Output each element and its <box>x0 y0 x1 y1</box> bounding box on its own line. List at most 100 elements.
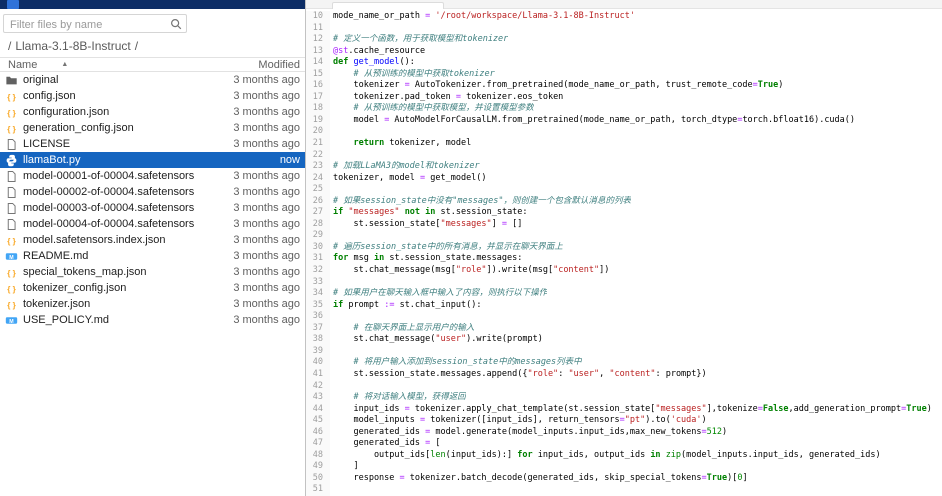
file-row[interactable]: M USE_POLICY.md 3 months ago <box>0 312 305 328</box>
column-header-name[interactable]: Name ▲ <box>8 59 258 71</box>
code-line[interactable]: 49 ] <box>306 461 942 473</box>
file-row[interactable]: model-00001-of-00004.safetensors 3 months… <box>0 168 305 184</box>
code-line[interactable]: 45 model_inputs = tokenizer([input_ids],… <box>306 415 942 427</box>
line-number: 10 <box>306 11 330 23</box>
code-line[interactable]: 33 <box>306 276 942 289</box>
line-number: 18 <box>306 103 330 115</box>
code-line[interactable]: 31 for msg in st.session_state.messages: <box>306 253 942 266</box>
code-line[interactable]: 23 # 加载LLaMA3的model和tokenizer <box>306 161 942 173</box>
code-line[interactable]: 42 <box>306 380 942 393</box>
code-line[interactable]: 15 # 从预训练的模型中获取tokenizer <box>306 68 942 81</box>
code-line[interactable]: 44 input_ids = tokenizer.apply_chat_temp… <box>306 403 942 416</box>
code-line[interactable]: 27 if "messages" not in st.session_state: <box>306 207 942 219</box>
file-row[interactable]: llamaBot.py now <box>0 152 305 168</box>
code-line[interactable]: 21 return tokenizer, model <box>306 138 942 150</box>
code-line[interactable]: 25 <box>306 184 942 196</box>
breadcrumb-folder[interactable]: Llama-3.1-8B-Instruct <box>15 39 130 53</box>
file-row[interactable]: { } model.safetensors.index.json 3 months … <box>0 232 305 248</box>
code-line[interactable]: 35 if prompt := st.chat_input(): <box>306 299 942 312</box>
svg-text:{ }: { } <box>7 236 16 245</box>
code-line[interactable]: 37 # 在聊天界面上显示用户的输入 <box>306 322 942 335</box>
column-header-name-label: Name <box>8 58 38 71</box>
file-icon <box>5 186 18 199</box>
code-line[interactable]: 43 # 将对话输入模型，获得返回 <box>306 392 942 404</box>
code-line[interactable]: 40 # 将用户输入添加到session_state中的messages列表中 <box>306 357 942 369</box>
column-header-modified[interactable]: Modified <box>258 59 300 71</box>
code-line[interactable]: 51 <box>306 484 942 496</box>
json-file-icon: { } <box>5 266 18 279</box>
code-line[interactable]: 20 <box>306 126 942 139</box>
code-line[interactable]: 29 <box>306 230 942 242</box>
code-line[interactable]: 18 # 从预训练的模型中获取模型，并设置模型参数 <box>306 103 942 115</box>
code-line[interactable]: 41 st.session_state.messages.append({"ro… <box>306 368 942 381</box>
file-row[interactable]: original 3 months ago <box>0 72 305 88</box>
code-line-text: tokenizer.pad_token = tokenizer.eos_toke… <box>333 91 564 102</box>
code-line[interactable]: 17 tokenizer.pad_token = tokenizer.eos_t… <box>306 91 942 104</box>
file-name: original <box>23 74 59 86</box>
code-line[interactable]: 12 # 定义一个函数，用于获取模型和tokenizer <box>306 34 942 46</box>
code-line[interactable]: 14 def get_model(): <box>306 57 942 69</box>
file-icon <box>5 202 18 215</box>
code-line[interactable]: 36 <box>306 311 942 323</box>
code-line[interactable]: 32 st.chat_message(msg["role"]).write(ms… <box>306 265 942 277</box>
code-editor[interactable]: 10 mode_name_or_path = '/root/workspace/L… <box>306 9 942 496</box>
file-row[interactable]: model-00004-of-00004.safetensors 3 months… <box>0 216 305 232</box>
code-line-text: # 从预训练的模型中获取tokenizer <box>333 68 495 79</box>
line-number: 33 <box>306 276 330 289</box>
file-row[interactable]: { } generation_config.json 3 months ago <box>0 120 305 136</box>
line-number: 46 <box>306 426 330 439</box>
code-line[interactable]: 34 # 如果用户在聊天输入框中输入了内容，则执行以下操作 <box>306 288 942 300</box>
file-row[interactable]: M README.md 3 months ago <box>0 248 305 264</box>
file-modified: 3 months ago <box>233 282 300 294</box>
file-icon <box>5 170 18 183</box>
search-icon[interactable] <box>169 17 183 31</box>
code-line[interactable]: 46 generated_ids = model.generate(model_… <box>306 426 942 439</box>
code-lines: 10 mode_name_or_path = '/root/workspace/L… <box>306 11 942 496</box>
code-line[interactable]: 38 st.chat_message("user").write(prompt) <box>306 334 942 346</box>
code-line[interactable]: 24 tokenizer, model = get_model() <box>306 172 942 185</box>
toolbar-dropdown-partial[interactable] <box>332 2 444 9</box>
svg-text:{ }: { } <box>7 268 16 277</box>
line-number: 39 <box>306 345 330 358</box>
code-line[interactable]: 26 # 如果session_state中没有"messages"，则创建一个包含… <box>306 195 942 208</box>
file-name: llamaBot.py <box>23 154 81 166</box>
file-row[interactable]: model-00003-of-00004.safetensors 3 months… <box>0 200 305 216</box>
file-row[interactable]: model-00002-of-00004.safetensors 3 months… <box>0 184 305 200</box>
file-row[interactable]: { } tokenizer.json 3 months ago <box>0 296 305 312</box>
file-name: README.md <box>23 250 89 262</box>
code-line[interactable]: 19 model = AutoModelForCausalLM.from_pre… <box>306 114 942 127</box>
breadcrumb: / Llama-3.1-8B-Instruct / <box>0 37 305 57</box>
file-row[interactable]: { } tokenizer_config.json 3 months ago <box>0 280 305 296</box>
code-line-text: model_inputs = tokenizer([input_ids], re… <box>333 415 707 426</box>
line-number: 26 <box>306 195 330 208</box>
json-file-icon: { } <box>5 298 18 311</box>
breadcrumb-root[interactable]: / <box>8 39 11 53</box>
filter-box <box>3 14 187 34</box>
code-line[interactable]: 28 st.session_state["messages"] = [] <box>306 218 942 231</box>
code-line[interactable]: 10 mode_name_or_path = '/root/workspace/L… <box>306 11 942 23</box>
code-line[interactable]: 11 <box>306 22 942 35</box>
code-line-text: # 定义一个函数，用于获取模型和tokenizer <box>333 34 509 45</box>
code-line[interactable]: 39 <box>306 345 942 358</box>
code-line[interactable]: 48 output_ids[len(input_ids):] for input… <box>306 449 942 462</box>
code-line[interactable]: 22 <box>306 149 942 162</box>
code-line[interactable]: 47 generated_ids = [ <box>306 438 942 450</box>
code-line-text: mode_name_or_path = '/root/workspace/Lla… <box>333 11 635 21</box>
line-number: 49 <box>306 461 330 473</box>
file-row[interactable]: { } config.json 3 months ago <box>0 88 305 104</box>
code-line[interactable]: 50 response = tokenizer.batch_decode(gen… <box>306 472 942 485</box>
file-row[interactable]: { } configuration.json 3 months ago <box>0 104 305 120</box>
code-line[interactable]: 30 # 遍历session_state中的所有消息，并显示在聊天界面上 <box>306 241 942 254</box>
code-line[interactable]: 13 @st.cache_resource <box>306 45 942 58</box>
file-row[interactable]: { } special_tokens_map.json 3 months ago <box>0 264 305 280</box>
svg-text:{ }: { } <box>7 284 16 293</box>
line-number: 16 <box>306 80 330 92</box>
json-file-icon: { } <box>5 234 18 247</box>
code-line[interactable]: 16 tokenizer = AutoTokenizer.from_pretra… <box>306 80 942 92</box>
file-row[interactable]: LICENSE 3 months ago <box>0 136 305 152</box>
line-number: 35 <box>306 299 330 312</box>
filter-files-input[interactable] <box>4 16 186 34</box>
